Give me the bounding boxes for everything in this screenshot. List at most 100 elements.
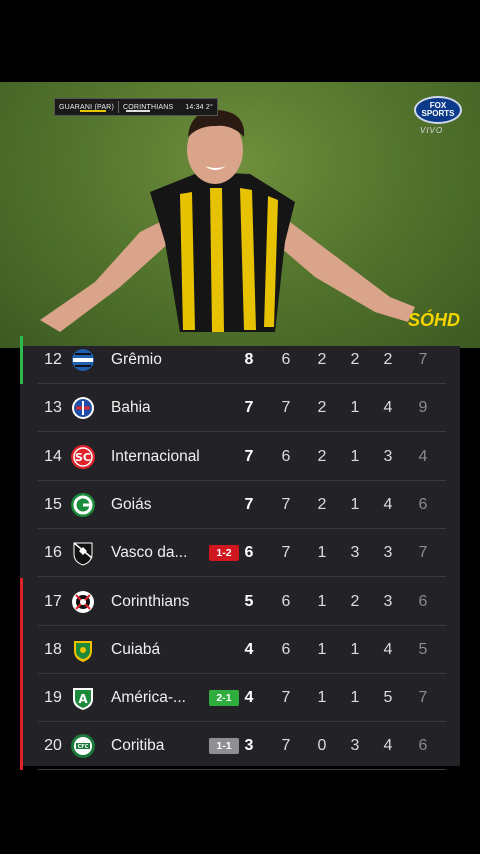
stat-points: 7 [244, 399, 254, 417]
table-row[interactable]: 15 Goiás 7 7 2 1 4 6 [20, 481, 460, 529]
america-crest-icon: A [70, 685, 96, 711]
stat-goal-diff: 5 [418, 640, 428, 658]
stat-played: 6 [281, 447, 291, 465]
stat-goal-diff: 9 [418, 399, 428, 417]
video-frame[interactable] [0, 82, 480, 348]
stat-draws: 1 [350, 447, 360, 465]
stat-wins: 2 [317, 399, 327, 417]
stat-losses: 4 [383, 640, 393, 658]
team-name[interactable]: Corinthians [111, 593, 201, 611]
stat-points: 7 [244, 495, 254, 513]
stat-goal-diff: 4 [418, 447, 428, 465]
team-name[interactable]: Cuiabá [111, 641, 201, 659]
team-name[interactable]: Bahia [111, 399, 201, 417]
stat-losses: 3 [383, 447, 393, 465]
stat-draws: 1 [350, 640, 360, 658]
svg-text:A: A [78, 692, 88, 706]
stat-wins: 1 [317, 640, 327, 658]
row-divider [38, 769, 446, 771]
stat-played: 6 [281, 592, 291, 610]
team-name[interactable]: América-... [111, 689, 201, 707]
zone-marker [20, 674, 23, 723]
live-label: VIVO [420, 126, 444, 135]
scorebug-clock: 14:34 2° [185, 103, 213, 111]
scorebug-away-color [126, 110, 150, 112]
stat-played: 7 [281, 399, 291, 417]
zone-marker [20, 625, 23, 674]
stat-goal-diff: 7 [418, 544, 428, 562]
stat-draws: 3 [350, 544, 360, 562]
stat-wins: 2 [317, 351, 327, 368]
position-number: 18 [44, 640, 62, 658]
internacional-crest-icon: SC [70, 444, 96, 470]
table-row[interactable]: 12 Grêmio 8 6 2 2 2 7 [20, 336, 460, 384]
broadcaster-logo: FOX SPORTS [414, 96, 462, 124]
bahia-crest-icon [70, 395, 96, 421]
player-celebrating-image [40, 110, 415, 332]
watermark-logo: SÓHD [408, 310, 461, 330]
stat-losses: 4 [383, 495, 393, 513]
corinthians-crest-icon [70, 589, 96, 615]
position-number: 13 [44, 399, 62, 417]
stat-played: 6 [281, 351, 291, 368]
match-result-badge: 1-1 [209, 738, 239, 755]
stat-losses: 3 [383, 592, 393, 610]
stat-played: 7 [281, 544, 291, 562]
stat-draws: 1 [350, 689, 360, 707]
table-row[interactable]: 19 A América-... 2-1 4 7 1 1 5 7 [20, 674, 460, 723]
stat-losses: 4 [383, 737, 393, 755]
table-row[interactable]: 13 Bahia 7 7 2 1 4 9 [20, 384, 460, 433]
table-row[interactable]: 14 SC Internacional 7 6 2 1 3 4 [20, 433, 460, 481]
stat-played: 7 [281, 689, 291, 707]
team-name[interactable]: Coritiba [111, 737, 201, 755]
match-result-badge: 1-2 [209, 545, 239, 562]
stat-wins: 0 [317, 737, 327, 755]
position-number: 20 [44, 737, 62, 755]
team-name[interactable]: Vasco da... [111, 544, 201, 562]
table-row[interactable]: 16 Vasco da... 1-2 6 7 1 3 3 7 [20, 529, 460, 578]
scorebug-home-color [80, 110, 106, 112]
table-row[interactable]: 18 Cuiabá 4 6 1 1 4 5 [20, 625, 460, 674]
svg-text:CFC: CFC [78, 744, 89, 750]
zone-marker [20, 722, 23, 771]
stat-losses: 5 [383, 689, 393, 707]
stat-points: 6 [244, 544, 254, 562]
stat-played: 6 [281, 640, 291, 658]
stat-draws: 1 [350, 495, 360, 513]
stat-draws: 1 [350, 399, 360, 417]
stat-goal-diff: 6 [418, 592, 428, 610]
stat-played: 7 [281, 495, 291, 513]
svg-text:SC: SC [75, 451, 91, 464]
cuiaba-crest-icon [70, 637, 96, 663]
table-row[interactable]: 20 CFC Coritiba 1-1 3 7 0 3 4 6 [20, 722, 460, 771]
stat-losses: 3 [383, 544, 393, 562]
scorebug: GUARANI (PAR) CORINTHIANS 14:34 2° [54, 98, 218, 116]
standings-table: 12 Grêmio 8 6 2 2 2 7 13 Bahia 7 7 2 1 4 9 14 SC Internaci… [20, 336, 460, 771]
position-number: 17 [44, 592, 62, 610]
position-number: 19 [44, 689, 62, 707]
stat-wins: 1 [317, 544, 327, 562]
gremio-crest-icon [70, 347, 96, 373]
match-result-badge: 2-1 [209, 690, 239, 707]
stat-losses: 2 [383, 351, 393, 368]
team-name[interactable]: Goiás [111, 496, 201, 514]
coritiba-crest-icon: CFC [70, 733, 96, 759]
stat-draws: 2 [350, 592, 360, 610]
stat-losses: 4 [383, 399, 393, 417]
team-name[interactable]: Grêmio [111, 351, 201, 369]
zone-marker [20, 336, 23, 384]
stat-goal-diff: 6 [418, 495, 428, 513]
stat-goal-diff: 7 [418, 689, 428, 707]
zone-marker [20, 577, 23, 626]
team-name[interactable]: Internacional [111, 448, 201, 466]
table-row[interactable]: 17 Corinthians 5 6 1 2 3 6 [20, 577, 460, 626]
stat-goal-diff: 7 [418, 351, 428, 368]
position-number: 15 [44, 495, 62, 513]
stat-points: 4 [244, 689, 254, 707]
stat-draws: 3 [350, 737, 360, 755]
stat-wins: 2 [317, 447, 327, 465]
position-number: 16 [44, 544, 62, 562]
position-number: 12 [44, 351, 62, 368]
stat-wins: 1 [317, 689, 327, 707]
goias-crest-icon [70, 492, 96, 518]
